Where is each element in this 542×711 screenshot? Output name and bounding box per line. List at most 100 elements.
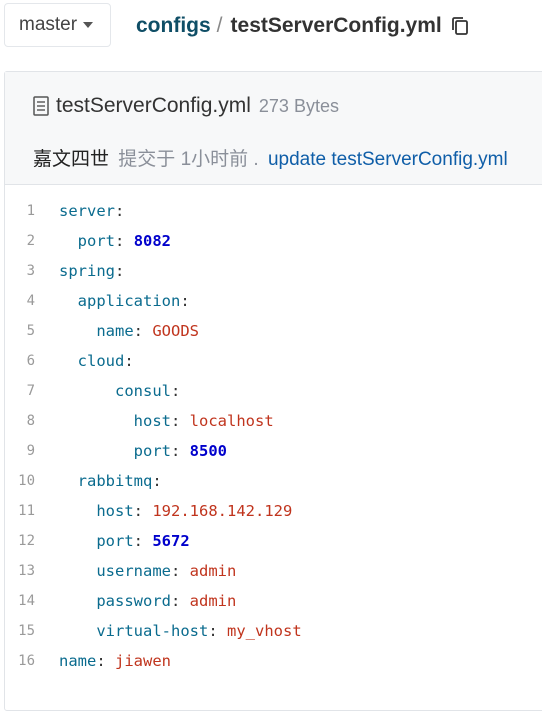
file-panel: testServerConfig.yml 273 Bytes 嘉文四世 提交于 … — [4, 71, 542, 711]
line-number: 9 — [26, 443, 35, 459]
code-line: 13 username: admin — [5, 556, 302, 586]
yaml-colon: : — [124, 352, 134, 370]
line-number: 16 — [18, 653, 35, 669]
yaml-key: cloud — [77, 352, 125, 370]
yaml-key: host — [96, 502, 134, 520]
top-bar: master configs / testServerConfig.yml — [0, 0, 542, 70]
yaml-key: password — [96, 592, 171, 610]
line-number: 3 — [26, 263, 35, 279]
line-number: 8 — [26, 413, 35, 429]
yaml-key: virtual-host — [96, 622, 209, 640]
code-line: 8 host: localhost — [5, 406, 302, 436]
line-number: 2 — [26, 233, 35, 249]
yaml-value: admin — [189, 562, 237, 580]
line-number: 7 — [26, 383, 35, 399]
yaml-key: rabbitmq — [77, 472, 153, 490]
line-number: 13 — [18, 563, 35, 579]
chevron-down-icon — [83, 22, 94, 28]
code-line: 15 virtual-host: my_vhost — [5, 616, 302, 646]
breadcrumb-file: testServerConfig.yml — [230, 14, 442, 37]
code-view: 1 server:2 port: 8082 3 spring:4 applicatio… — [5, 196, 302, 676]
code-line: 16 name: jiawen — [5, 646, 302, 676]
yaml-value: 5672 — [152, 532, 190, 550]
commit-info: 嘉文四世 提交于 1小时前 . update testServerConfig.… — [33, 144, 508, 171]
yaml-colon: : — [96, 652, 106, 670]
yaml-colon: : — [133, 532, 143, 550]
breadcrumb: configs / testServerConfig.yml — [136, 14, 470, 38]
yaml-key: username — [96, 562, 171, 580]
commit-message-link[interactable]: update testServerConfig.yml — [268, 149, 508, 170]
line-number: 11 — [18, 503, 35, 519]
yaml-colon: : — [133, 502, 143, 520]
yaml-colon: : — [152, 472, 162, 490]
yaml-key: consul — [115, 382, 171, 400]
yaml-colon: : — [133, 322, 143, 340]
yaml-key: spring — [59, 262, 115, 280]
code-line: 9 port: 8500 — [5, 436, 302, 466]
line-number: 10 — [18, 473, 35, 489]
breadcrumb-separator: / — [216, 14, 223, 37]
yaml-value: jiawen — [115, 652, 172, 670]
yaml-value: 8500 — [189, 442, 227, 460]
yaml-colon: : — [170, 562, 181, 580]
code-line: 3 spring: — [5, 256, 302, 286]
yaml-colon: : — [115, 262, 125, 280]
code-line: 12 port: 5672 — [5, 526, 302, 556]
yaml-value: 192.168.142.129 — [152, 502, 293, 520]
yaml-key: name — [59, 652, 97, 670]
code-line: 10 rabbitmq: — [5, 466, 302, 496]
yaml-colon: : — [170, 442, 181, 460]
yaml-value: localhost — [189, 412, 274, 430]
yaml-colon: : — [115, 202, 125, 220]
commit-author[interactable]: 嘉文四世 — [33, 149, 109, 170]
code-line: 14 password: admin — [5, 586, 302, 616]
yaml-key: application — [77, 292, 181, 310]
yaml-colon: : — [115, 232, 125, 250]
file-header: testServerConfig.yml 273 Bytes 嘉文四世 提交于 … — [5, 72, 542, 185]
code-line: 4 application: — [5, 286, 302, 316]
code-line: 6 cloud: — [5, 346, 302, 376]
yaml-value: admin — [189, 592, 237, 610]
yaml-key: port — [77, 232, 115, 250]
breadcrumb-folder-link[interactable]: configs — [136, 14, 211, 38]
file-icon — [33, 96, 49, 116]
code-line: 5 name: GOODS — [5, 316, 302, 346]
line-number: 6 — [26, 353, 35, 369]
yaml-colon: : — [208, 622, 218, 640]
yaml-value: my_vhost — [227, 622, 302, 640]
line-number: 15 — [18, 623, 35, 639]
yaml-key: name — [96, 322, 134, 340]
yaml-colon: : — [180, 292, 190, 310]
file-title-line: testServerConfig.yml 273 Bytes — [33, 94, 339, 118]
branch-selector[interactable]: master — [4, 3, 111, 47]
code-line: 7 consul: — [5, 376, 302, 406]
commit-time: 提交于 1小时前 . — [118, 149, 259, 170]
file-size: 273 Bytes — [258, 95, 339, 116]
branch-label: master — [19, 14, 78, 35]
line-number: 4 — [26, 293, 35, 309]
code-line: 2 port: 8082 — [5, 226, 302, 256]
line-number: 5 — [26, 323, 35, 339]
copy-icon[interactable] — [450, 15, 470, 37]
yaml-colon: : — [171, 382, 181, 400]
file-name: testServerConfig.yml — [56, 94, 251, 117]
yaml-value: GOODS — [152, 322, 200, 340]
yaml-value: 8082 — [133, 232, 172, 250]
yaml-colon: : — [170, 592, 181, 610]
yaml-key: host — [133, 412, 171, 430]
code-line: 1 server: — [5, 196, 302, 226]
code-line: 11 host: 192.168.142.129 — [5, 496, 302, 526]
line-number: 14 — [18, 593, 35, 609]
yaml-key: server — [59, 202, 115, 220]
